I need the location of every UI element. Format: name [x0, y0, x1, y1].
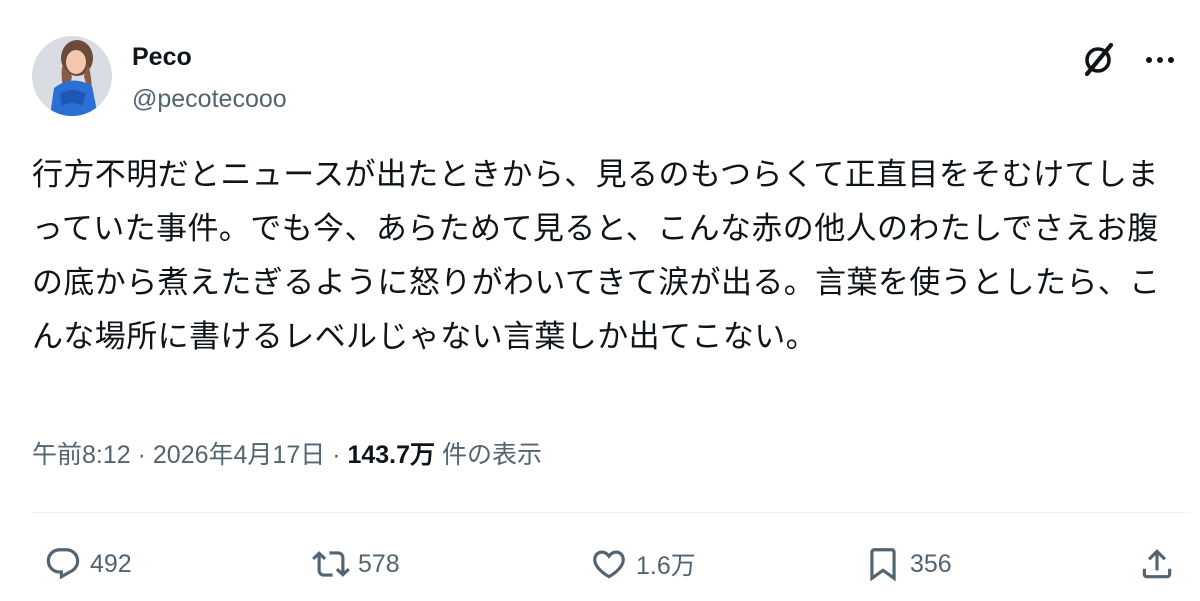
- more-icon[interactable]: [1140, 40, 1180, 80]
- tweet-meta: 午前8:12 · 2026年4月17日 · 143.7万 件の表示: [32, 437, 542, 473]
- author-handle[interactable]: @pecotecooo: [132, 84, 287, 114]
- like-button[interactable]: 1.6万: [590, 540, 696, 588]
- views-count: 143.7万: [347, 441, 436, 469]
- repost-button[interactable]: 578: [312, 540, 400, 588]
- repost-count: 578: [358, 549, 400, 578]
- meta-separator: ·: [332, 441, 341, 469]
- grok-icon[interactable]: [1078, 40, 1118, 80]
- like-count: 1.6万: [636, 552, 696, 580]
- avatar[interactable]: [32, 36, 112, 116]
- bookmark-count: 356: [910, 549, 952, 578]
- meta-separator: ·: [137, 441, 146, 469]
- tweet-date[interactable]: 2026年4月17日: [153, 441, 325, 469]
- action-bar: 492 578 1.6万 356: [0, 540, 1200, 588]
- reply-button[interactable]: 492: [44, 540, 132, 588]
- share-icon: [1142, 549, 1172, 579]
- tweet-header-actions: [1078, 40, 1180, 80]
- bookmark-button[interactable]: 356: [864, 540, 952, 588]
- avatar-image: [32, 36, 112, 116]
- bookmark-icon: [870, 548, 896, 582]
- author-name[interactable]: Peco: [132, 42, 192, 72]
- like-icon: [593, 550, 625, 579]
- reply-count: 492: [90, 549, 132, 578]
- tweet-time[interactable]: 午前8:12: [32, 441, 131, 469]
- tweet-text: 行方不明だとニュースが出たときから、見るのもつらくて正直目をそむけてしまっていた…: [32, 157, 1161, 355]
- repost-icon: [312, 551, 350, 577]
- share-button[interactable]: [1138, 540, 1176, 588]
- divider: [32, 512, 1190, 513]
- views-label: 件の表示: [441, 441, 542, 469]
- reply-icon: [46, 548, 80, 580]
